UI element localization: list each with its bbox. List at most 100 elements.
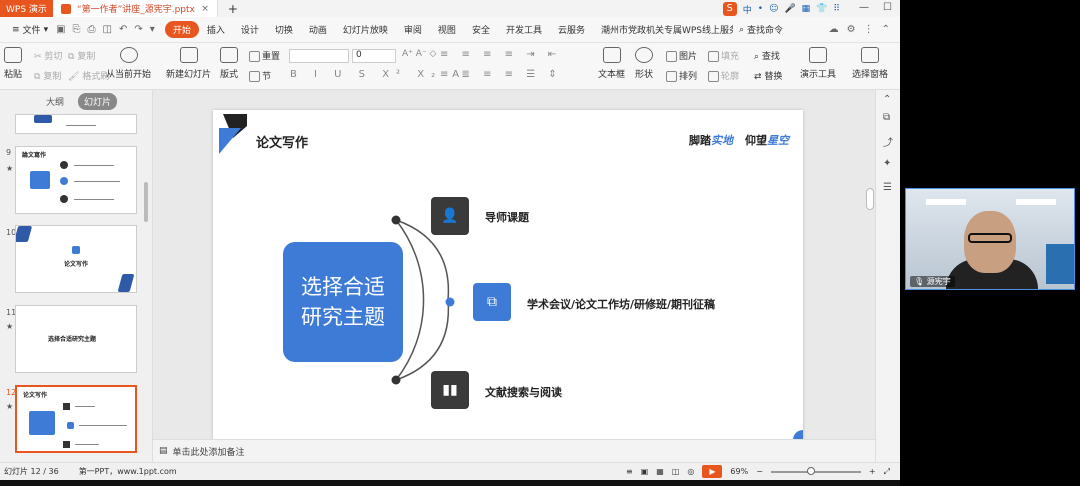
shape-button[interactable]: 形状 [635, 47, 653, 80]
reset-button[interactable]: 重置 [249, 49, 280, 62]
slide-thumbnail[interactable]: 论文写作 [15, 225, 137, 293]
ime-menu-icon[interactable]: ⠿ [833, 4, 840, 14]
webcam-feed[interactable]: 🎙 源宪宇 [905, 188, 1075, 290]
ime-keyboard-icon[interactable]: ▦ [802, 4, 811, 14]
arrange-button[interactable]: 排列 [666, 69, 697, 82]
panel-scrollbar[interactable] [144, 182, 148, 222]
tab-cloud[interactable]: 云服务 [550, 23, 593, 36]
file-menu[interactable]: ≡ 文件 ▾ [4, 23, 56, 37]
notes-bar[interactable]: ▤ 单击此处添加备注 [153, 439, 875, 462]
copy2-button[interactable]: ⧉ 复制 [34, 69, 61, 82]
chevron-up-icon[interactable]: ⌃ [883, 94, 891, 105]
ime-emoji-icon[interactable]: ☺ [769, 4, 778, 14]
app-tab[interactable]: WPS 演示 [0, 0, 53, 17]
ime-punct-icon[interactable]: • [758, 4, 763, 14]
slide-thumbnail[interactable]: 論文寫作 [15, 146, 137, 214]
undo-icon[interactable]: ↶ [119, 24, 127, 35]
participant-name: 🎙 源宪宇 [910, 276, 955, 287]
tab-transition[interactable]: 切换 [267, 23, 301, 36]
slideshow-play-button[interactable]: ▶ [702, 465, 723, 478]
tab-insert[interactable]: 插入 [199, 23, 233, 36]
tab-outline[interactable]: 大纲 [40, 93, 70, 110]
magic-icon[interactable]: ✦ [883, 158, 891, 169]
share-icon[interactable]: ⤴ [883, 134, 893, 149]
export-pdf-icon[interactable]: ⎘ [73, 24, 81, 35]
layout-icon [220, 47, 238, 63]
notes-toggle-icon[interactable]: ≡ [626, 467, 633, 476]
reading-view-icon[interactable]: ◫ [672, 467, 680, 476]
sliders-icon[interactable]: ☰ [883, 182, 892, 193]
save-icon[interactable]: ▣ [56, 24, 65, 35]
preview-icon[interactable]: ◫ [103, 24, 112, 35]
replace-button[interactable]: ⇄ 替换 [754, 69, 782, 82]
font-size-input[interactable]: 0 [352, 49, 396, 63]
copy-icon: ⧉ [473, 283, 511, 321]
slide-thumbnail[interactable]: 选择合适研究主题 [15, 305, 137, 373]
slide-thumbnail-selected[interactable]: 论文写作 [15, 385, 137, 453]
tab-slides[interactable]: 幻灯片 [78, 92, 118, 110]
zoom-slider[interactable] [770, 466, 861, 475]
new-slide-button[interactable]: 新建幻灯片 [166, 47, 211, 80]
brush-icon: 🖌 [68, 72, 80, 82]
document-tab[interactable]: “第一作者”讲座_源宪宇.pptx × [52, 0, 218, 17]
copy-icon[interactable]: ⧉ [883, 112, 890, 123]
cloud-sync-icon[interactable]: ☁ [829, 24, 839, 35]
paragraph-buttons[interactable]: ≡ ≡ ≡ ≡ ⇥ ⇤ [440, 49, 561, 60]
print-icon[interactable]: ⎙ [88, 24, 96, 35]
tab-home[interactable]: 开始 [164, 21, 199, 38]
ime-skin-icon[interactable]: 👕 [816, 4, 827, 14]
tab-security[interactable]: 安全 [464, 23, 498, 36]
search-command[interactable]: ⌕ 查找命令 [739, 23, 783, 37]
sogou-ime-icon[interactable]: S [722, 2, 737, 16]
fill-button[interactable]: 填充 [708, 49, 739, 62]
close-tab-icon[interactable]: × [201, 4, 209, 14]
layout-button[interactable]: 版式 [220, 47, 238, 80]
slide-thumbnail[interactable] [15, 114, 137, 134]
outline-button[interactable]: 轮廓 [708, 69, 739, 82]
sorter-view-icon[interactable]: ▦ [656, 467, 664, 476]
alignment-buttons[interactable]: ≡ ≣ ≡ ≡ ☰ ⇕ [440, 69, 562, 80]
tab-review[interactable]: 审阅 [396, 23, 430, 36]
picture-button[interactable]: 图片 [666, 49, 697, 62]
zoom-in-button[interactable]: + [869, 467, 876, 476]
tab-slideshow[interactable]: 幻灯片放映 [335, 23, 396, 36]
fit-window-icon[interactable]: ⤢ [884, 467, 890, 477]
maximize-icon[interactable]: ☐ [883, 2, 892, 13]
tab-view[interactable]: 视图 [430, 23, 464, 36]
more-icon[interactable]: ⋮ [864, 24, 874, 35]
tab-animation[interactable]: 动画 [301, 23, 335, 36]
zoom-out-button[interactable]: − [756, 467, 763, 476]
ime-mic-icon[interactable]: 🎤 [784, 4, 795, 14]
tab-developer[interactable]: 开发工具 [498, 23, 550, 36]
canvas-scrollbar[interactable] [866, 188, 874, 210]
textbox-button[interactable]: 文本框 [598, 47, 625, 80]
new-tab-button[interactable]: + [228, 2, 238, 16]
font-grow-icon[interactable]: A⁺ A⁻ ◇ [402, 49, 436, 59]
font-name-input[interactable] [289, 49, 349, 63]
redo-icon[interactable]: ↷ [134, 24, 142, 35]
presentation-tools-button[interactable]: 演示工具 [800, 47, 836, 80]
zoom-level[interactable]: 69% [730, 467, 748, 476]
customize-icon[interactable]: ▾ [150, 24, 155, 35]
protection-icon[interactable]: ◎ [687, 467, 694, 476]
section-button[interactable]: 节 [249, 69, 271, 82]
ime-mode-label[interactable]: 中 [743, 3, 752, 16]
tab-design[interactable]: 设计 [233, 23, 267, 36]
selection-pane-button[interactable]: 选择窗格 [852, 47, 888, 80]
slide[interactable]: 论文写作 脚踏实地 仰望星空 选择合适 研究主题 👤 导师课题 ⧉ 学术会议/论… [213, 110, 803, 440]
paste-button[interactable]: 粘贴 [4, 47, 22, 80]
settings-icon[interactable]: ⚙ [847, 24, 856, 35]
presentation-tools-icon [809, 47, 827, 63]
cut-button[interactable]: ✂ 剪切 [34, 49, 62, 62]
tab-gov-service[interactable]: 潮州市党政机关专属WPS线上服务通道 [593, 23, 733, 36]
collapse-ribbon-icon[interactable]: ⌃ [882, 24, 890, 35]
copy-button[interactable]: ⧉ 复制 [68, 49, 95, 62]
play-from-current-button[interactable]: 从当前开始 [106, 47, 151, 80]
bar-chart-icon: ▮▮ [431, 371, 469, 409]
normal-view-icon[interactable]: ▣ [641, 467, 649, 476]
minimize-icon[interactable]: — [859, 2, 869, 13]
copy-icon: ⧉ [34, 72, 41, 82]
find-button[interactable]: ⌕ 查找 [754, 49, 780, 62]
zoom-slider-knob[interactable] [806, 466, 815, 475]
format-painter-button[interactable]: 🖌 格式刷 [68, 69, 109, 82]
